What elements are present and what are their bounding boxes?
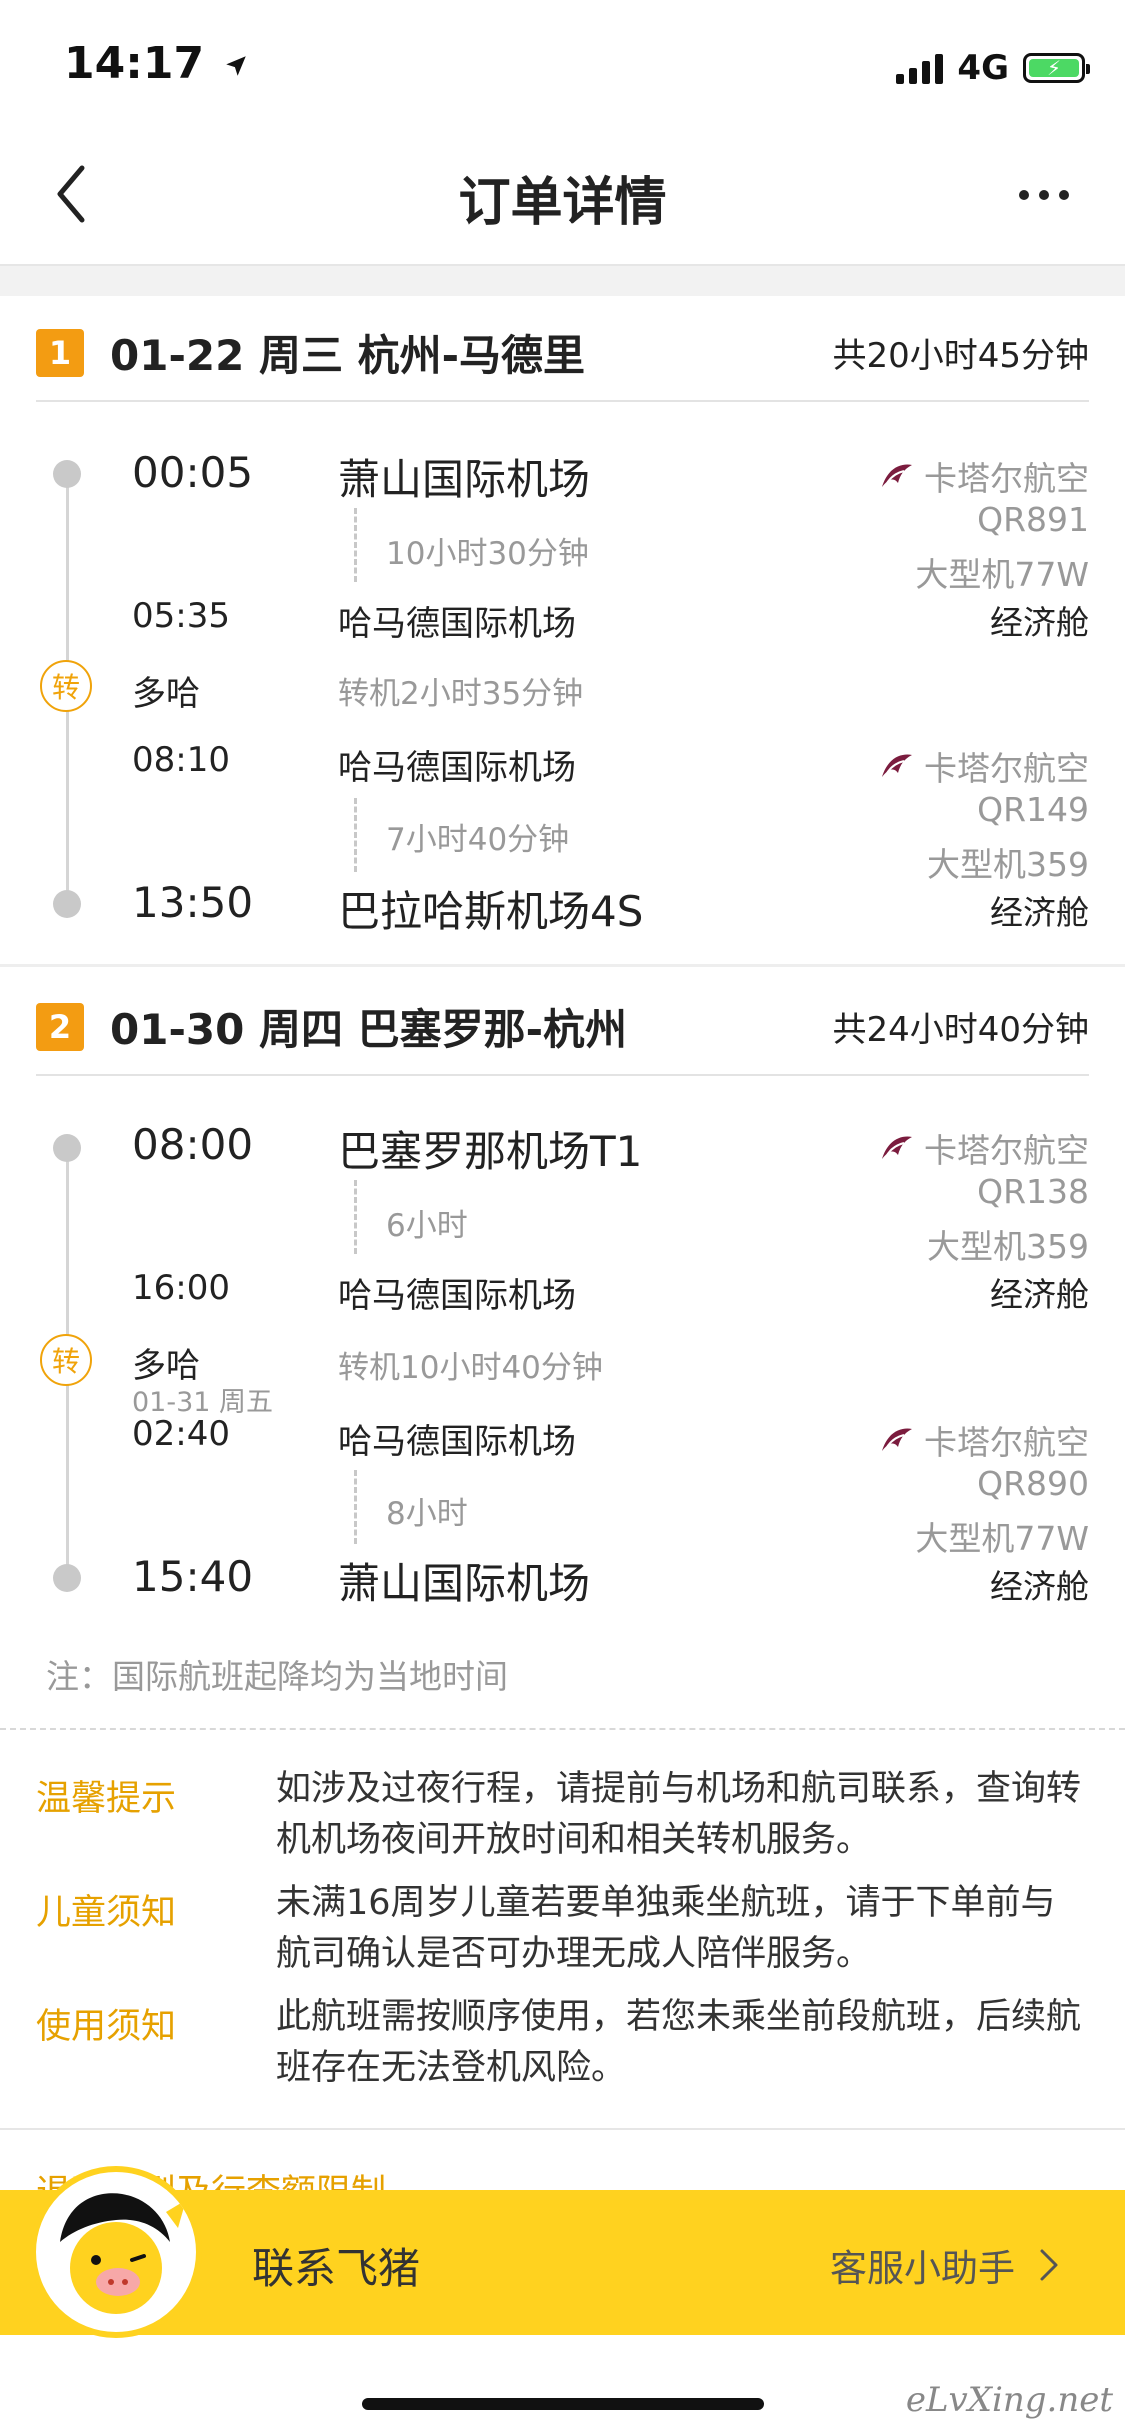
transfer-info: 转机2小时35分钟 — [338, 676, 584, 712]
status-time: 14:17 — [64, 38, 249, 89]
arrival-airport: 哈马德国际机场 — [338, 1276, 576, 1316]
segment-title: 01-22 周三 杭州-马德里 — [110, 331, 586, 380]
segment-header: 1 01-22 周三 杭州-马德里 共20小时45分钟 — [36, 322, 1089, 383]
flight-number: QR890 — [977, 1464, 1089, 1503]
signal-icon — [896, 52, 944, 84]
aircraft-type: 大型机77W — [915, 555, 1089, 594]
departure-airport: 哈马德国际机场 — [338, 748, 576, 788]
timeline-dot — [53, 1134, 81, 1162]
tip-label: 儿童须知 — [36, 1893, 177, 1933]
tip-label: 温馨提示 — [36, 1779, 177, 1819]
flight-duration-line — [354, 1470, 357, 1544]
segment-divider — [36, 400, 1089, 402]
tip-label: 使用须知 — [36, 2007, 177, 2047]
segment-divider — [36, 1074, 1089, 1076]
arrival-time: 13:50 — [132, 878, 254, 927]
departure-airport: 萧山国际机场 — [338, 455, 591, 504]
departure-time: 08:10 — [132, 740, 230, 780]
flight-duration: 8小时 — [386, 1496, 468, 1532]
departure-time: 08:00 — [132, 1120, 254, 1169]
departure-time: 00:05 — [132, 448, 254, 497]
flight-duration-line — [354, 508, 357, 582]
arrival-airport: 萧山国际机场 — [338, 1559, 591, 1608]
segment-index-badge: 2 — [36, 1002, 84, 1051]
flight-duration: 7小时40分钟 — [386, 822, 570, 858]
more-icon — [1019, 190, 1029, 200]
segment-total-duration: 共24小时40分钟 — [832, 1010, 1089, 1050]
cabin-class: 经济舱 — [990, 603, 1089, 642]
transfer-icon: 转 — [40, 1334, 92, 1386]
flight-number: QR138 — [977, 1172, 1089, 1211]
transfer-info: 转机10小时40分钟 — [338, 1350, 603, 1386]
location-arrow-icon — [226, 56, 247, 76]
local-time-note: 注：国际航班起降均为当地时间 — [46, 1657, 508, 1696]
assistant-label: 客服小助手 — [830, 2247, 1015, 2290]
chevron-right-icon — [1040, 2249, 1058, 2281]
arrival-airport: 巴拉哈斯机场4S — [338, 887, 644, 936]
departure-airport: 哈马德国际机场 — [338, 1422, 576, 1462]
arrival-time: 16:00 — [132, 1268, 230, 1308]
timeline-dot — [53, 1564, 81, 1592]
qatar-airways-logo-icon — [882, 1428, 912, 1451]
arrival-time: 15:40 — [132, 1552, 254, 1601]
section-gap — [0, 266, 1125, 296]
flight-duration-line — [354, 798, 357, 872]
mascot-avatar-icon[interactable] — [30, 2166, 202, 2338]
timeline-dot — [53, 460, 81, 488]
home-indicator[interactable] — [362, 2398, 764, 2410]
tip-text: 此航班需按顺序使用，若您未乘坐前段航班，后续航班存在无法登机风险。 — [276, 1997, 1082, 2088]
aircraft-type: 大型机359 — [927, 845, 1089, 884]
segment-header: 2 01-30 周四 巴塞罗那-杭州 共24小时40分钟 — [36, 996, 1089, 1057]
arrival-airport: 哈马德国际机场 — [338, 604, 576, 644]
aircraft-type: 大型机77W — [915, 1519, 1089, 1558]
cabin-class: 经济舱 — [990, 1275, 1089, 1314]
airline: 卡塔尔航空 — [878, 1124, 1089, 1172]
flight-number: QR149 — [977, 790, 1089, 829]
network-type: 4G — [957, 48, 1009, 88]
departure-airport: 巴塞罗那机场T1 — [338, 1127, 643, 1176]
airline: 卡塔尔航空 — [878, 742, 1089, 790]
qatar-airways-logo-icon — [882, 1136, 912, 1159]
status-indicators: 4G ⚡ — [896, 46, 1090, 90]
page-title: 订单详情 — [458, 173, 667, 233]
mascot-face — [42, 2178, 190, 2326]
airline: 卡塔尔航空 — [878, 452, 1089, 500]
departure-time: 02:40 — [132, 1414, 230, 1454]
flight-duration: 6小时 — [386, 1208, 468, 1244]
segment-index-badge: 1 — [36, 328, 84, 377]
qatar-airways-logo-icon — [882, 754, 912, 777]
flight-duration: 10小时30分钟 — [386, 536, 589, 572]
segment-separator — [0, 964, 1125, 967]
flight-duration-line — [354, 1180, 357, 1254]
qatar-airways-logo-icon — [882, 464, 912, 487]
transfer-city: 多哈 — [132, 674, 200, 714]
more-button[interactable] — [1019, 190, 1069, 200]
tip-text: 未满16周岁儿童若要单独乘坐航班，请于下单前与航司确认是否可办理无成人陪伴服务。 — [276, 1883, 1056, 1974]
airline: 卡塔尔航空 — [878, 1416, 1089, 1464]
aircraft-type: 大型机359 — [927, 1227, 1089, 1266]
customer-service-assistant-button[interactable]: 客服小助手 — [830, 2238, 1059, 2292]
timeline-dot — [53, 890, 81, 918]
tip-text: 如涉及过夜行程，请提前与机场和航司联系，查询转机机场夜间开放时间和相关转机服务。 — [276, 1769, 1082, 1860]
contact-fliggy-label[interactable]: 联系飞猪 — [252, 2235, 420, 2296]
arrival-time: 05:35 — [132, 596, 230, 636]
cabin-class: 经济舱 — [990, 893, 1089, 932]
flight-number: QR891 — [977, 500, 1089, 539]
battery-icon: ⚡ — [1023, 53, 1090, 83]
segment-total-duration: 共20小时45分钟 — [832, 336, 1089, 376]
section-divider — [0, 2128, 1125, 2130]
segment-title: 01-30 周四 巴塞罗那-杭州 — [110, 1005, 628, 1054]
watermark: eLvXing.net — [905, 2380, 1113, 2420]
dashed-divider — [0, 1728, 1125, 1730]
transfer-icon: 转 — [40, 660, 92, 712]
cabin-class: 经济舱 — [990, 1567, 1089, 1606]
